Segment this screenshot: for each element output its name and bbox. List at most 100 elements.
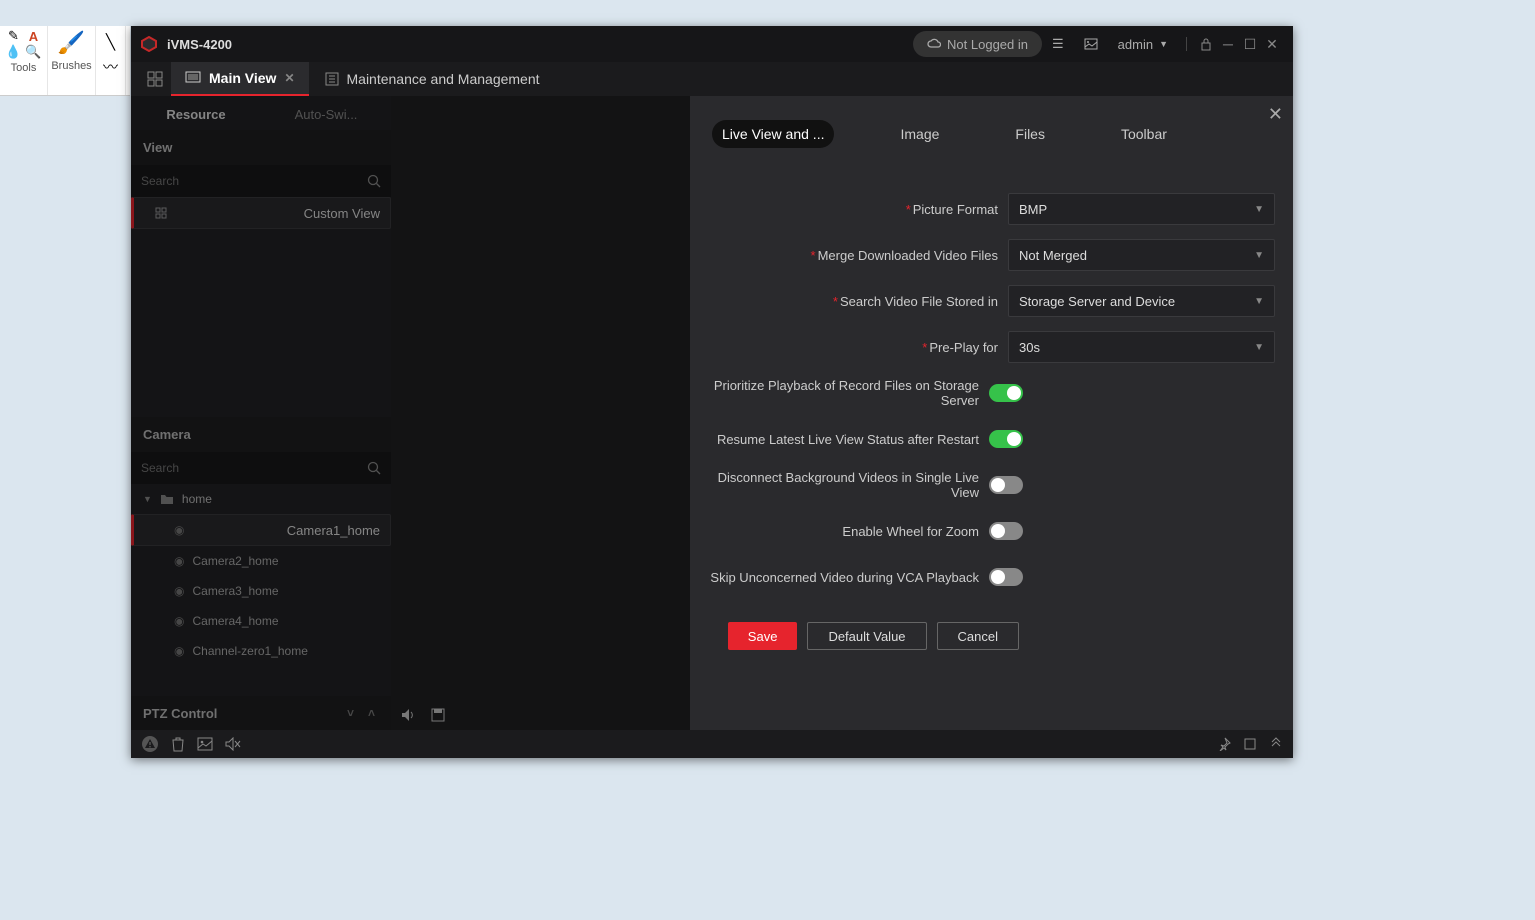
chevron-down-icon: ▼ — [1254, 204, 1264, 215]
dialog-tabs: Live View and ... Image Files Toolbar — [708, 110, 1275, 158]
tool-picker-icon[interactable]: 💧 — [4, 44, 24, 60]
save-media-icon[interactable] — [431, 708, 445, 722]
tab-main-view[interactable]: Main View ✕ — [171, 62, 309, 96]
preplay-label: Pre-Play for — [929, 340, 998, 355]
shape-line-icon[interactable]: ╲ — [99, 30, 123, 54]
disconnect-label: Disconnect Background Videos in Single L… — [718, 470, 979, 500]
prioritize-toggle[interactable] — [989, 384, 1023, 402]
tree-cam1-label: Camera1_home — [287, 523, 380, 538]
tab-maintenance-label: Maintenance and Management — [347, 71, 540, 87]
camera-icon: ◉ — [174, 644, 184, 658]
sidebar: Resource Auto-Swi... View Custom View — [131, 96, 391, 730]
view-search-input[interactable] — [141, 174, 367, 188]
skip-label: Skip Unconcerned Video during VCA Playba… — [710, 570, 979, 585]
lock-button[interactable] — [1195, 33, 1217, 55]
brushes-icon[interactable]: 🖌️ — [57, 28, 87, 58]
tree-cam2-label: Camera2_home — [192, 554, 278, 568]
search-video-label: Search Video File Stored in — [840, 294, 998, 309]
search-icon — [367, 174, 381, 188]
tree-cam2[interactable]: ◉ Camera2_home — [131, 546, 391, 576]
shape-curve-icon[interactable]: 〰 — [99, 54, 123, 78]
mute-icon[interactable] — [225, 737, 241, 751]
tree-cam5-label: Channel-zero1_home — [192, 644, 307, 658]
merge-select[interactable]: Not Merged ▼ — [1008, 239, 1275, 271]
skip-toggle[interactable] — [989, 568, 1023, 586]
chevron-up-icon[interactable]: ˄ — [364, 706, 379, 720]
dialog-tab-image[interactable]: Image — [890, 120, 949, 148]
dialog-actions: Save Default Value Cancel — [708, 600, 1275, 650]
tool-text-icon[interactable]: A — [24, 28, 44, 44]
maximize-button[interactable]: ☐ — [1239, 33, 1261, 55]
collapse-up-icon[interactable] — [1269, 737, 1283, 751]
field-merge: *Merge Downloaded Video Files Not Merged… — [708, 232, 1275, 278]
tree-folder-home[interactable]: ▼ home — [131, 484, 391, 514]
apps-grid-button[interactable] — [141, 65, 169, 93]
camera-icon: ◉ — [174, 614, 184, 628]
tree-cam3[interactable]: ◉ Camera3_home — [131, 576, 391, 606]
dialog-tab-live[interactable]: Live View and ... — [712, 120, 834, 148]
field-picture-format: *Picture Format BMP ▼ — [708, 186, 1275, 232]
camera-search[interactable] — [131, 452, 391, 484]
tab-bar: Main View ✕ Maintenance and Management — [131, 62, 1293, 96]
image-tb-button[interactable] — [1074, 34, 1108, 54]
preplay-value: 30s — [1019, 340, 1040, 355]
volume-icon[interactable] — [401, 708, 417, 722]
tool-pencil-icon[interactable]: ✎ — [4, 28, 24, 44]
cancel-button[interactable]: Cancel — [937, 622, 1019, 650]
title-bar: iVMS-4200 Not Logged in ☰ admin ▼ ─ ☐ ✕ — [131, 26, 1293, 62]
minimize-icon: ─ — [1223, 36, 1233, 52]
default-value-button[interactable]: Default Value — [807, 622, 926, 650]
tree-cam4-label: Camera4_home — [192, 614, 278, 628]
list-button[interactable]: ☰ — [1042, 32, 1074, 56]
tree-cam1[interactable]: ◉ Camera1_home — [131, 514, 391, 546]
search-video-select[interactable]: Storage Server and Device ▼ — [1008, 285, 1275, 317]
login-status-text: Not Logged in — [947, 37, 1028, 52]
grid-icon — [147, 71, 163, 87]
sidebar-tab-resource[interactable]: Resource — [131, 99, 261, 130]
user-menu[interactable]: admin ▼ — [1108, 33, 1178, 56]
chevron-down-icon[interactable]: ˅ — [343, 706, 358, 720]
tab-close-icon[interactable]: ✕ — [284, 71, 294, 85]
camera-search-input[interactable] — [141, 461, 367, 475]
image-icon — [1084, 38, 1098, 50]
tree-cam5[interactable]: ◉ Channel-zero1_home — [131, 636, 391, 666]
app-logo-icon — [141, 36, 157, 52]
field-skip: Skip Unconcerned Video during VCA Playba… — [708, 554, 1275, 600]
tab-maintenance[interactable]: Maintenance and Management — [311, 62, 554, 96]
dialog-tab-files[interactable]: Files — [1005, 120, 1055, 148]
picture-format-select[interactable]: BMP ▼ — [1008, 193, 1275, 225]
disconnect-toggle[interactable] — [989, 476, 1023, 494]
trash-icon[interactable] — [171, 736, 185, 752]
separator — [1186, 37, 1187, 51]
login-status[interactable]: Not Logged in — [913, 31, 1042, 57]
picture-format-value: BMP — [1019, 202, 1047, 217]
picture-format-label: Picture Format — [913, 202, 998, 217]
field-wheel: Enable Wheel for Zoom — [708, 508, 1275, 554]
chevron-down-icon: ▼ — [143, 494, 152, 504]
user-label: admin — [1118, 37, 1153, 52]
save-button[interactable]: Save — [728, 622, 798, 650]
preplay-select[interactable]: 30s ▼ — [1008, 331, 1275, 363]
expand-icon[interactable] — [1243, 737, 1257, 751]
resume-toggle[interactable] — [989, 430, 1023, 448]
minimize-button[interactable]: ─ — [1217, 33, 1239, 55]
picture-icon[interactable] — [197, 737, 213, 751]
wheel-toggle[interactable] — [989, 522, 1023, 540]
dialog-tab-toolbar[interactable]: Toolbar — [1111, 120, 1177, 148]
ptz-control-header[interactable]: PTZ Control ˅ ˄ — [131, 696, 391, 730]
view-search[interactable] — [131, 165, 391, 197]
tool-magnify-icon[interactable]: 🔍 — [24, 44, 44, 60]
prioritize-label: Prioritize Playback of Record Files on S… — [714, 378, 979, 408]
chevron-down-icon: ▼ — [1254, 296, 1264, 307]
tree-cam4[interactable]: ◉ Camera4_home — [131, 606, 391, 636]
close-icon: ✕ — [1268, 104, 1283, 124]
merge-label: Merge Downloaded Video Files — [818, 248, 998, 263]
alert-icon[interactable] — [141, 735, 159, 753]
pin-icon[interactable] — [1217, 737, 1231, 751]
close-window-button[interactable]: ✕ — [1261, 33, 1283, 55]
tree-custom-view[interactable]: Custom View — [131, 197, 391, 229]
sidebar-tab-autoswitch[interactable]: Auto-Swi... — [261, 99, 391, 130]
wheel-label: Enable Wheel for Zoom — [842, 524, 979, 539]
dialog-close-button[interactable]: ✕ — [1268, 104, 1283, 125]
settings-dialog: ✕ Live View and ... Image Files Toolbar … — [690, 96, 1293, 730]
